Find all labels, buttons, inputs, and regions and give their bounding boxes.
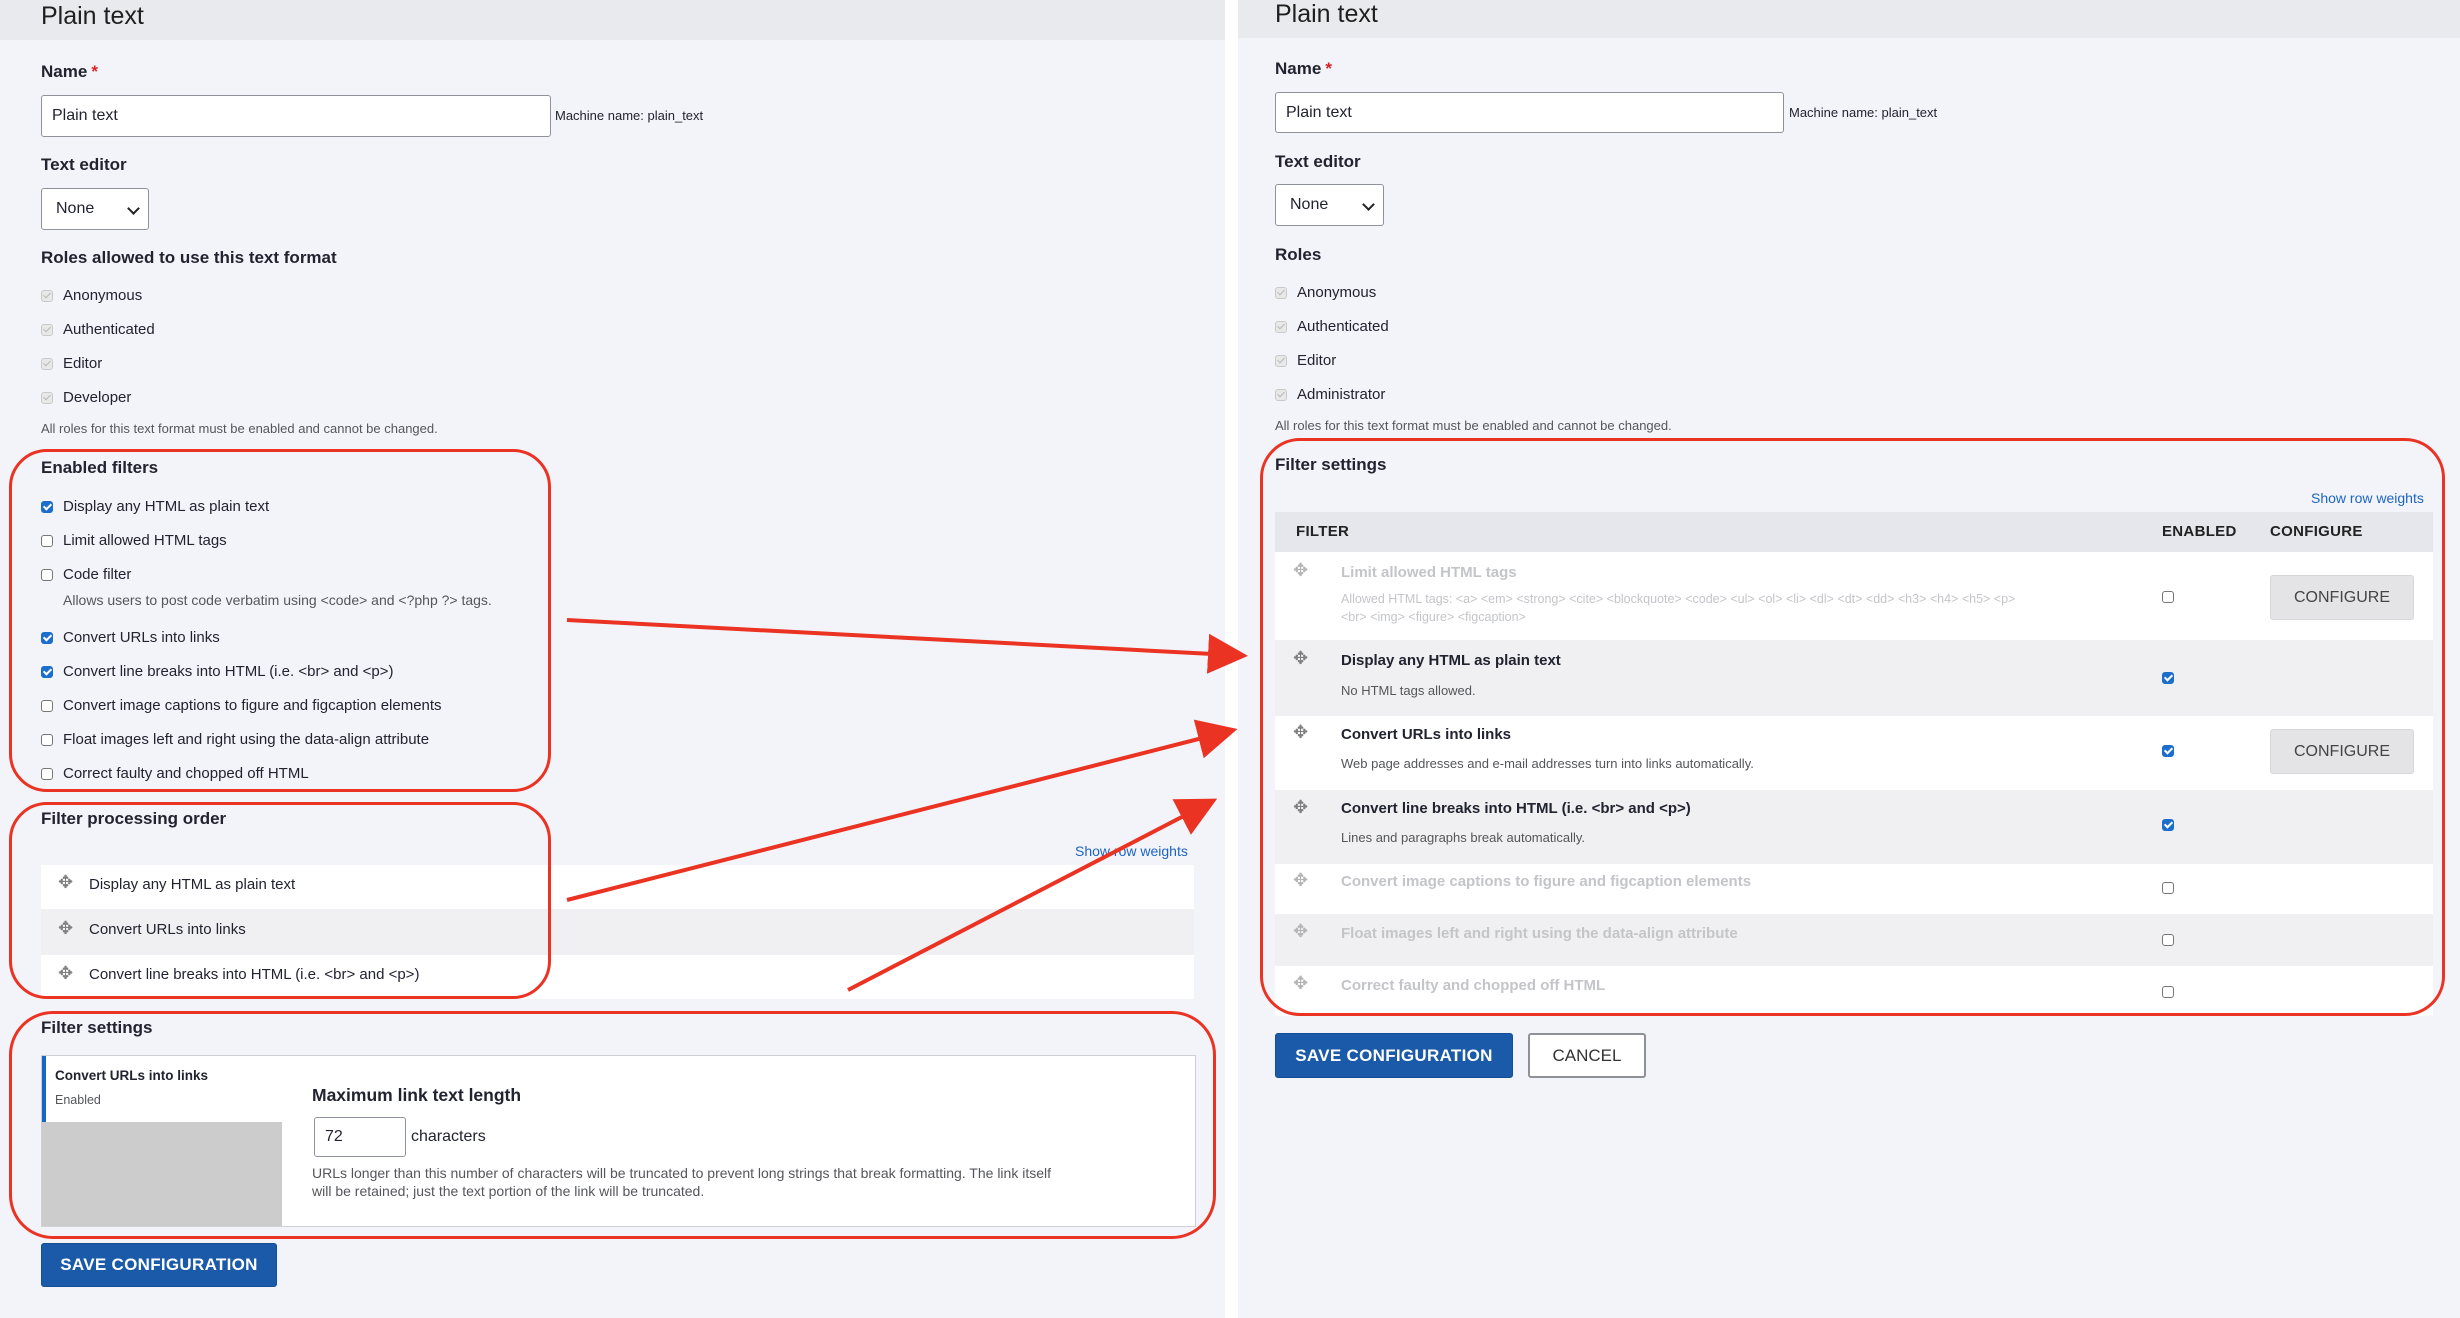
- arrow-settings-to-table: [847, 798, 1218, 992]
- arrow-enabled-to-table: [566, 618, 1248, 674]
- annotation-arrows: [566, 618, 1248, 992]
- arrow-order-to-table: [566, 719, 1238, 902]
